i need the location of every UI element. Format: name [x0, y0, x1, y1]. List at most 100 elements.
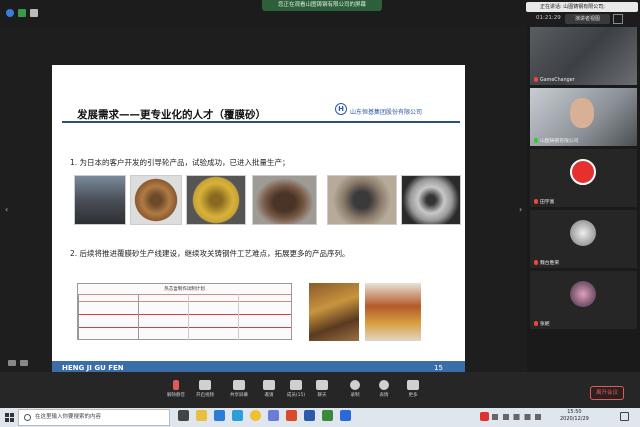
- fullscreen-icon[interactable]: [613, 14, 623, 24]
- participant-tile[interactable]: 魏台胜荣: [530, 210, 637, 268]
- table-row: [78, 314, 291, 315]
- photo-casting-dark: [327, 175, 397, 225]
- start-video-button[interactable]: 开启视频: [192, 380, 218, 398]
- mic-muted-icon: [534, 199, 538, 204]
- participant-tile-active-speaker[interactable]: 山图铸钢有限公司: [530, 88, 637, 146]
- slide-point-2: 2. 后续将推进覆膜砂生产线建设，继续攻关铸钢件工艺难点，拓展更多的产品序列。: [70, 249, 350, 258]
- taskbar-search-input[interactable]: 在这里输入你要搜索的内容: [18, 409, 170, 426]
- chevron-left-icon[interactable]: ‹: [5, 205, 8, 214]
- slide-title: 发展需求——更专业化的人才（覆膜砂）: [77, 109, 266, 121]
- title-divider: [62, 121, 460, 123]
- table-divider: [188, 294, 189, 340]
- windows-start-icon[interactable]: [2, 409, 16, 426]
- table-divider: [238, 294, 239, 340]
- chat-button[interactable]: 聊天: [309, 380, 335, 398]
- table-row: [78, 301, 291, 302]
- record-icon: [350, 380, 360, 390]
- app-icon[interactable]: [286, 410, 297, 421]
- table-title: 热芯盒制作试制计划: [164, 287, 205, 292]
- presentation-slide: 发展需求——更专业化的人才（覆膜砂） H 山东恒基集团股份有限公司 1. 为日本…: [52, 65, 465, 388]
- search-placeholder: 在这里输入你要搜索的内容: [35, 414, 102, 420]
- search-icon: [24, 414, 31, 421]
- trial-plan-table: 热芯盒制作试制计划: [77, 283, 292, 340]
- shared-screen-area: ‹ › 发展需求——更专业化的人才（覆膜砂） H 山东恒基集团股份有限公司 1.…: [0, 27, 527, 388]
- wechat-icon[interactable]: [322, 410, 333, 421]
- photo-sand-core-yellow: [186, 175, 246, 225]
- mic-muted-icon: [173, 380, 179, 390]
- footer-label: HENG JI GU FEN: [62, 364, 124, 372]
- video-off-icon: [199, 380, 211, 390]
- taskbar-clock[interactable]: 15:50 2020/12/29: [560, 409, 589, 423]
- photo-foundry-machine: [74, 175, 126, 225]
- reactions-button[interactable]: 表情: [371, 380, 397, 398]
- security-icon[interactable]: [30, 9, 38, 17]
- record-button[interactable]: 录制: [342, 380, 368, 398]
- app-icon[interactable]: [268, 410, 279, 421]
- chrome-icon[interactable]: [250, 410, 261, 421]
- table-row: [78, 294, 291, 295]
- photo-rusty-wheel: [130, 175, 182, 225]
- info-icon[interactable]: [6, 9, 14, 17]
- avatar: [570, 220, 596, 246]
- participant-video-panel: GameChanger 山图铸钢有限公司 田宇富 魏台胜荣 张妮: [527, 27, 640, 372]
- chat-icon: [316, 380, 328, 390]
- members-icon: [290, 380, 302, 390]
- participant-tile[interactable]: 张妮: [530, 271, 637, 329]
- invite-button[interactable]: 邀请: [256, 380, 282, 398]
- participant-tile[interactable]: GameChanger: [530, 27, 637, 85]
- photo-machined-wheel: [401, 175, 461, 225]
- annotation-icon[interactable]: [20, 360, 28, 366]
- mic-muted-icon: [534, 77, 538, 82]
- view-mode-button[interactable]: 演讲者视图: [565, 14, 610, 24]
- participant-name: GameChanger: [534, 77, 575, 83]
- edge-icon-2[interactable]: [232, 410, 243, 421]
- task-view-icon[interactable]: [178, 410, 189, 421]
- share-screen-button[interactable]: 共享屏幕: [226, 380, 252, 398]
- chevron-right-icon[interactable]: ›: [519, 205, 522, 214]
- word-icon[interactable]: [304, 410, 315, 421]
- invite-icon: [263, 380, 275, 390]
- photo-sand-cores: [309, 283, 359, 341]
- clock-date: 2020/12/29: [560, 416, 589, 422]
- participant-tile[interactable]: 田宇富: [530, 149, 637, 207]
- participant-name: 魏台胜荣: [534, 259, 559, 266]
- edge-icon[interactable]: [214, 410, 225, 421]
- meeting-timer: 01:21:29: [536, 15, 561, 21]
- table-row: [78, 327, 291, 328]
- viewing-screen-banner: 您正在观看山图铸钢有限公司的屏幕: [262, 0, 382, 11]
- more-button[interactable]: 更多: [400, 380, 426, 398]
- leave-meeting-button[interactable]: 离开会议: [590, 386, 624, 400]
- table-divider: [78, 294, 79, 340]
- file-explorer-icon[interactable]: [196, 410, 207, 421]
- members-button[interactable]: 成员(15): [283, 380, 309, 398]
- more-icon: [407, 380, 419, 390]
- avatar: [570, 281, 596, 307]
- meeting-app-icon[interactable]: [340, 410, 351, 421]
- smile-icon: [379, 380, 389, 390]
- table-divider: [138, 294, 139, 340]
- share-screen-icon: [233, 380, 245, 390]
- clock-time: 15:50: [567, 409, 582, 415]
- speaking-label: 正在讲话: 山图铸钢有限公司;: [540, 4, 605, 10]
- signal-icon[interactable]: [18, 9, 26, 17]
- slide-point-1: 1. 为日本的客户开发的引导轮产品，试验成功，已进入批量生产；: [70, 158, 290, 167]
- notification-icon[interactable]: [620, 412, 629, 421]
- speaker-avatar: [570, 98, 594, 128]
- company-name: 山东恒基集团股份有限公司: [350, 109, 423, 116]
- mic-muted-icon: [534, 321, 538, 326]
- page-number: 15: [434, 364, 443, 372]
- system-tray[interactable]: [480, 409, 558, 426]
- view-toggle-icon[interactable]: [8, 360, 16, 366]
- photo-casting-on-floor: [252, 175, 317, 225]
- mic-on-icon: [534, 138, 538, 143]
- tray-icons[interactable]: [492, 414, 552, 420]
- photo-stacked-cores: [365, 283, 421, 341]
- participant-name: 山图铸钢有限公司: [534, 137, 578, 144]
- participant-name: 田宇富: [534, 198, 554, 205]
- avatar: [570, 159, 596, 185]
- speaking-indicator: 正在讲话: 山图铸钢有限公司;: [526, 2, 638, 12]
- unmute-button[interactable]: 解除静音: [163, 380, 189, 398]
- mic-muted-icon: [534, 260, 538, 265]
- ime-icon[interactable]: [480, 412, 489, 421]
- company-logo-icon: H: [335, 103, 347, 115]
